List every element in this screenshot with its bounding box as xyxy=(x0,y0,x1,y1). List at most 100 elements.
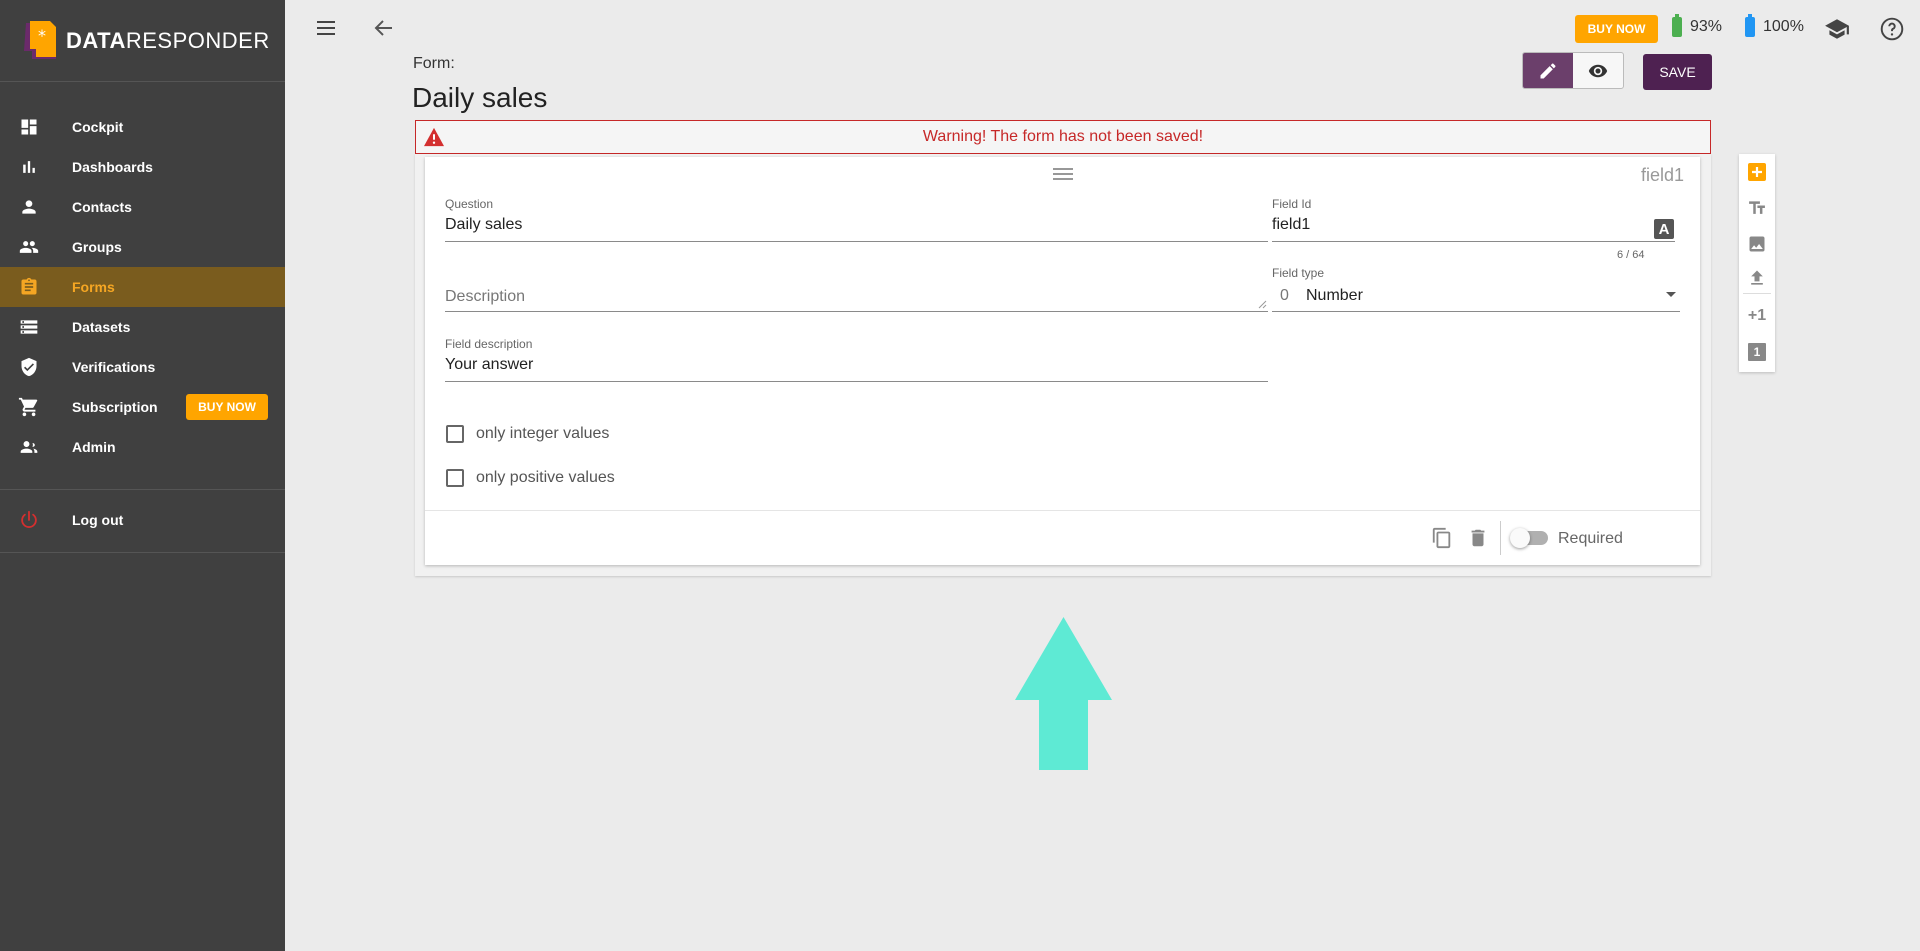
admin-icon xyxy=(18,436,40,458)
sidebar-item-label: Subscription xyxy=(72,399,158,415)
sidebar-buy-now-button[interactable]: BUY NOW xyxy=(186,394,268,420)
sidebar-item-label: Admin xyxy=(72,439,116,455)
footer-divider xyxy=(1500,521,1501,555)
brand-logo[interactable]: * DATARESPONDER xyxy=(0,0,285,82)
field-tag: field1 xyxy=(1640,165,1684,185)
field-type-label: Field type xyxy=(1272,266,1325,280)
battery-indicator: 93% xyxy=(1672,14,1723,37)
page-title: Daily sales xyxy=(412,82,548,113)
integer-values-checkbox[interactable]: only integer values xyxy=(446,425,609,443)
field-type-value: Number xyxy=(1306,287,1363,304)
mode-toggle xyxy=(1522,52,1624,89)
description-placeholder: Description xyxy=(445,288,526,305)
sidebar-item-label: Datasets xyxy=(72,319,131,335)
positive-values-checkbox[interactable]: only positive values xyxy=(446,469,615,487)
logout-label: Log out xyxy=(72,512,124,528)
warning-banner: Warning! The form has not been saved! xyxy=(415,120,1711,154)
number-icon[interactable]: 1 xyxy=(1747,342,1767,362)
dropdown-arrow-icon xyxy=(1666,292,1676,297)
character-counter: 6 / 64 xyxy=(1617,249,1645,261)
sidebar-item-datasets[interactable]: Datasets xyxy=(0,307,285,347)
warning-icon xyxy=(423,127,445,147)
sidebar-nav: Cockpit Dashboards Contacts Groups Forms xyxy=(0,82,285,467)
brand-name: DATARESPONDER xyxy=(66,27,270,53)
description-field[interactable]: Description xyxy=(445,267,1268,312)
pencil-icon xyxy=(1540,63,1556,78)
menu-icon[interactable] xyxy=(315,18,337,38)
eye-icon xyxy=(1588,64,1608,77)
checkbox-label: only positive values xyxy=(476,469,615,486)
field-id-value: field1 xyxy=(1272,216,1311,233)
dashboard-icon xyxy=(18,116,40,138)
required-toggle[interactable] xyxy=(1510,528,1548,548)
drag-handle-icon[interactable] xyxy=(1052,167,1074,181)
add-question-icon[interactable] xyxy=(1747,162,1767,182)
brand-logo-icon: * xyxy=(20,19,58,63)
upload-icon[interactable] xyxy=(1747,268,1767,288)
warning-text: Warning! The form has not been saved! xyxy=(922,128,1204,145)
add-image-icon[interactable] xyxy=(1747,234,1767,254)
list-icon xyxy=(18,316,40,338)
field-id-field[interactable]: Field Id field1 xyxy=(1272,197,1675,242)
help-icon[interactable] xyxy=(1879,16,1905,42)
sidebar-item-label: Dashboards xyxy=(72,159,153,175)
sidebar-item-logout[interactable]: Log out xyxy=(0,500,285,540)
sidebar-item-subscription[interactable]: Subscription BUY NOW xyxy=(0,387,285,427)
sidebar-item-dashboards[interactable]: Dashboards xyxy=(0,147,285,187)
sidebar-item-admin[interactable]: Admin xyxy=(0,427,285,467)
sidebar-item-label: Forms xyxy=(72,279,115,295)
field-card: field1 Question Daily sales Field Id fie… xyxy=(425,157,1700,565)
battery-green-icon xyxy=(1672,14,1682,37)
checkbox-box xyxy=(446,425,464,443)
toggle-knob xyxy=(1510,528,1530,548)
back-arrow-icon[interactable] xyxy=(372,16,396,40)
toolbar-divider xyxy=(1743,293,1771,294)
cart-icon xyxy=(18,396,40,418)
sidebar-item-label: Verifications xyxy=(72,359,156,375)
sidebar-item-cockpit[interactable]: Cockpit xyxy=(0,107,285,147)
sidebar-item-forms[interactable]: Forms xyxy=(0,267,285,307)
battery-indicator: 100% xyxy=(1745,14,1804,37)
sidebar-item-label: Contacts xyxy=(72,199,132,215)
power-icon xyxy=(18,509,40,531)
people-icon xyxy=(18,236,40,258)
copy-icon[interactable] xyxy=(1431,527,1453,549)
sidebar-divider xyxy=(0,552,285,553)
person-icon xyxy=(18,196,40,218)
edit-mode-button[interactable] xyxy=(1523,53,1573,88)
battery-percent: 100% xyxy=(1763,18,1804,35)
trash-icon[interactable] xyxy=(1467,527,1489,549)
battery-percent: 93% xyxy=(1690,18,1723,35)
add-counter-icon[interactable]: +1 xyxy=(1747,306,1767,326)
sidebar-divider xyxy=(0,489,285,490)
required-label: Required xyxy=(1558,530,1623,547)
battery-blue-icon xyxy=(1745,14,1755,37)
checkbox-box xyxy=(446,469,464,487)
text-format-icon[interactable]: A xyxy=(1654,219,1674,239)
question-field[interactable]: Question Daily sales xyxy=(445,197,1268,242)
checkbox-label: only integer values xyxy=(476,425,610,442)
preview-mode-button[interactable] xyxy=(1573,53,1623,88)
sidebar-item-contacts[interactable]: Contacts xyxy=(0,187,285,227)
buy-now-button[interactable]: BUY NOW xyxy=(1575,15,1658,43)
svg-text:*: * xyxy=(38,26,46,45)
sidebar: * DATARESPONDER Cockpit Dashboards Conta… xyxy=(0,0,285,951)
resize-handle-icon xyxy=(1258,300,1267,309)
sidebar-item-groups[interactable]: Groups xyxy=(0,227,285,267)
up-arrow-indicator xyxy=(1015,617,1112,770)
add-element-toolbar: +1 1 xyxy=(1739,154,1775,372)
question-value: Daily sales xyxy=(445,216,523,233)
sidebar-item-verifications[interactable]: Verifications xyxy=(0,347,285,387)
field-type-prefix: 0 xyxy=(1280,287,1289,304)
field-type-select[interactable]: Field type 0 Number xyxy=(1272,266,1680,312)
graduation-cap-icon[interactable] xyxy=(1824,16,1850,42)
field-description-field[interactable]: Field description Your answer xyxy=(445,337,1268,382)
field-card-footer: Required xyxy=(425,510,1700,565)
sidebar-item-label: Cockpit xyxy=(72,119,124,135)
number-icon-label: 1 xyxy=(1748,343,1766,361)
clipboard-icon xyxy=(18,276,40,298)
save-button[interactable]: SAVE xyxy=(1643,54,1712,90)
field-id-label: Field Id xyxy=(1272,197,1312,211)
shield-check-icon xyxy=(18,356,40,378)
add-text-icon[interactable] xyxy=(1747,198,1767,218)
